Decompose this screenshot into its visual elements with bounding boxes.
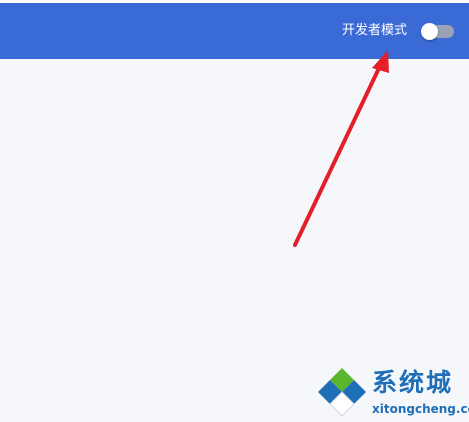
watermark-logo-icon <box>318 368 366 417</box>
extensions-page: 开发者模式 系统城 xitongcheng.com <box>0 0 469 422</box>
developer-mode-toggle[interactable] <box>421 23 454 40</box>
site-watermark: 系统城 xitongcheng.com <box>316 364 469 420</box>
watermark-url: xitongcheng.com <box>372 402 469 416</box>
arrow-shaft <box>293 64 382 247</box>
annotation-arrow <box>293 50 389 247</box>
developer-mode-label: 开发者模式 <box>342 23 408 38</box>
watermark-name: 系统城 <box>372 368 454 397</box>
toggle-knob <box>421 23 438 40</box>
extensions-header: 开发者模式 <box>0 3 469 59</box>
